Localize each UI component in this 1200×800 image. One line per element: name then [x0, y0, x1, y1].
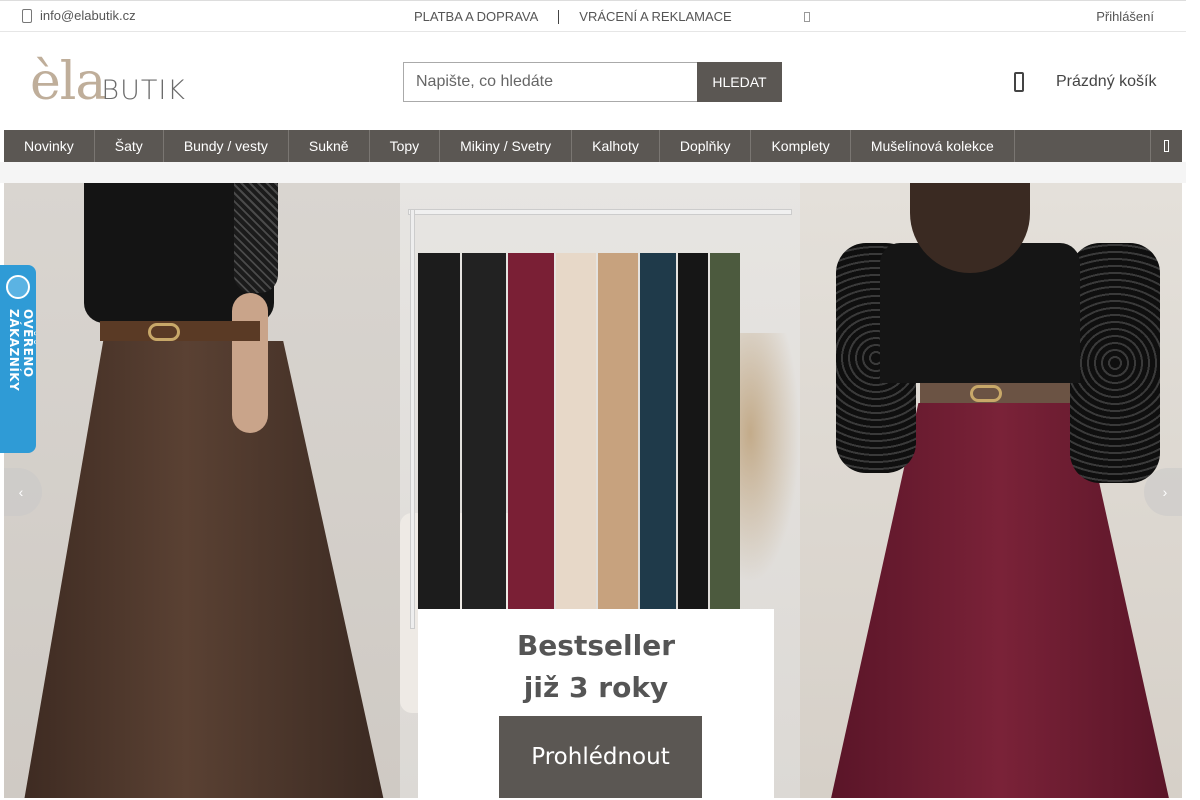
- login-link[interactable]: Přihlášení: [1096, 9, 1154, 24]
- site-logo[interactable]: èla BUTIK: [30, 54, 186, 108]
- top-extra-icon[interactable]: [804, 12, 810, 22]
- nav-item-sukne[interactable]: Sukně: [289, 130, 370, 162]
- header: èla BUTIK HLEDAT Prázdný košík: [0, 32, 1186, 130]
- nav-item-topy[interactable]: Topy: [370, 130, 441, 162]
- link-returns[interactable]: VRÁCENÍ A REKLAMACE: [579, 9, 731, 24]
- chevron-right-icon: ›: [1162, 484, 1168, 500]
- cart-label: Prázdný košík: [1056, 73, 1157, 90]
- shopping-bag-icon: [1014, 72, 1024, 92]
- belt-shape: [100, 321, 260, 341]
- spacer-strip: [0, 162, 1186, 183]
- main-navigation: Novinky Šaty Bundy / vesty Sukně Topy Mi…: [4, 130, 1182, 162]
- nav-item-muselinova-kolekce[interactable]: Mušelínová kolekce: [851, 130, 1015, 162]
- contact-email[interactable]: info@elabutik.cz: [22, 8, 136, 23]
- search-bar: HLEDAT: [403, 62, 782, 102]
- nav-item-kalhoty[interactable]: Kalhoty: [572, 130, 660, 162]
- promo-box: Bestseller již 3 roky Prohlédnout: [418, 609, 774, 798]
- nav-item-doplnky[interactable]: Doplňky: [660, 130, 752, 162]
- link-payment-shipping[interactable]: PLATBA A DOPRAVA: [414, 9, 538, 24]
- trouser-camel: [598, 253, 638, 613]
- promo-line-1: Bestseller: [516, 629, 676, 662]
- brown-trousers-shape: [24, 341, 384, 798]
- promo-cta-button[interactable]: Prohlédnout: [499, 716, 702, 798]
- trouser-black-2: [462, 253, 506, 613]
- nav-item-novinky[interactable]: Novinky: [4, 130, 95, 162]
- logo-main: èla: [30, 52, 106, 112]
- arm-shape: [232, 293, 268, 433]
- nav-more-button[interactable]: [1150, 130, 1182, 162]
- verified-seal-icon: [6, 275, 30, 299]
- top-bar: info@elabutik.cz PLATBA A DOPRAVA VRÁCEN…: [0, 0, 1186, 32]
- nav-item-bundy-vesty[interactable]: Bundy / vesty: [164, 130, 289, 162]
- clothing-rack-bar: [408, 209, 792, 215]
- search-input[interactable]: [403, 62, 697, 102]
- nav-item-komplety[interactable]: Komplety: [751, 130, 851, 162]
- clothing-rack-leg: [410, 209, 415, 629]
- promo-line-2: již 3 roky: [523, 671, 669, 704]
- chevron-left-icon: ‹: [18, 484, 24, 500]
- trouser-navy: [640, 253, 676, 613]
- badge-text: OVĚŘENO ZÁKAZNÍKY: [7, 309, 35, 392]
- lace-sleeve-right-shape: [1070, 243, 1160, 483]
- nav-item-saty[interactable]: Šaty: [95, 130, 164, 162]
- belt-buckle-shape: [148, 323, 180, 341]
- promo-title: Bestseller již 3 roky: [418, 625, 774, 709]
- hero-photo-brown-trousers: [4, 183, 400, 798]
- phone-icon: [22, 8, 32, 23]
- trouser-olive: [710, 253, 740, 613]
- verified-by-customers-badge[interactable]: OVĚŘENO ZÁKAZNÍKY: [0, 265, 36, 453]
- trouser-burgundy: [508, 253, 554, 613]
- hero-banner[interactable]: Bestseller již 3 roky Prohlédnout ‹ ›: [4, 183, 1182, 798]
- lace-sleeve-shape: [234, 183, 278, 293]
- contact-email-text[interactable]: info@elabutik.cz: [40, 8, 136, 23]
- top-links-divider: [558, 9, 560, 24]
- menu-more-icon: [1164, 140, 1169, 152]
- trouser-black: [418, 253, 460, 613]
- belt-buckle-shape-2: [970, 385, 1002, 402]
- cart-link[interactable]: Prázdný košík: [1014, 72, 1156, 92]
- hero-photo-burgundy-trousers: [800, 183, 1182, 798]
- logo-sub: BUTIK: [101, 75, 187, 106]
- nav-item-mikiny-svetry[interactable]: Mikiny / Svetry: [440, 130, 573, 162]
- top-links: PLATBA A DOPRAVA VRÁCENÍ A REKLAMACE: [414, 9, 732, 24]
- trouser-black-3: [678, 253, 708, 613]
- search-button[interactable]: HLEDAT: [697, 62, 782, 102]
- trouser-cream: [556, 253, 596, 613]
